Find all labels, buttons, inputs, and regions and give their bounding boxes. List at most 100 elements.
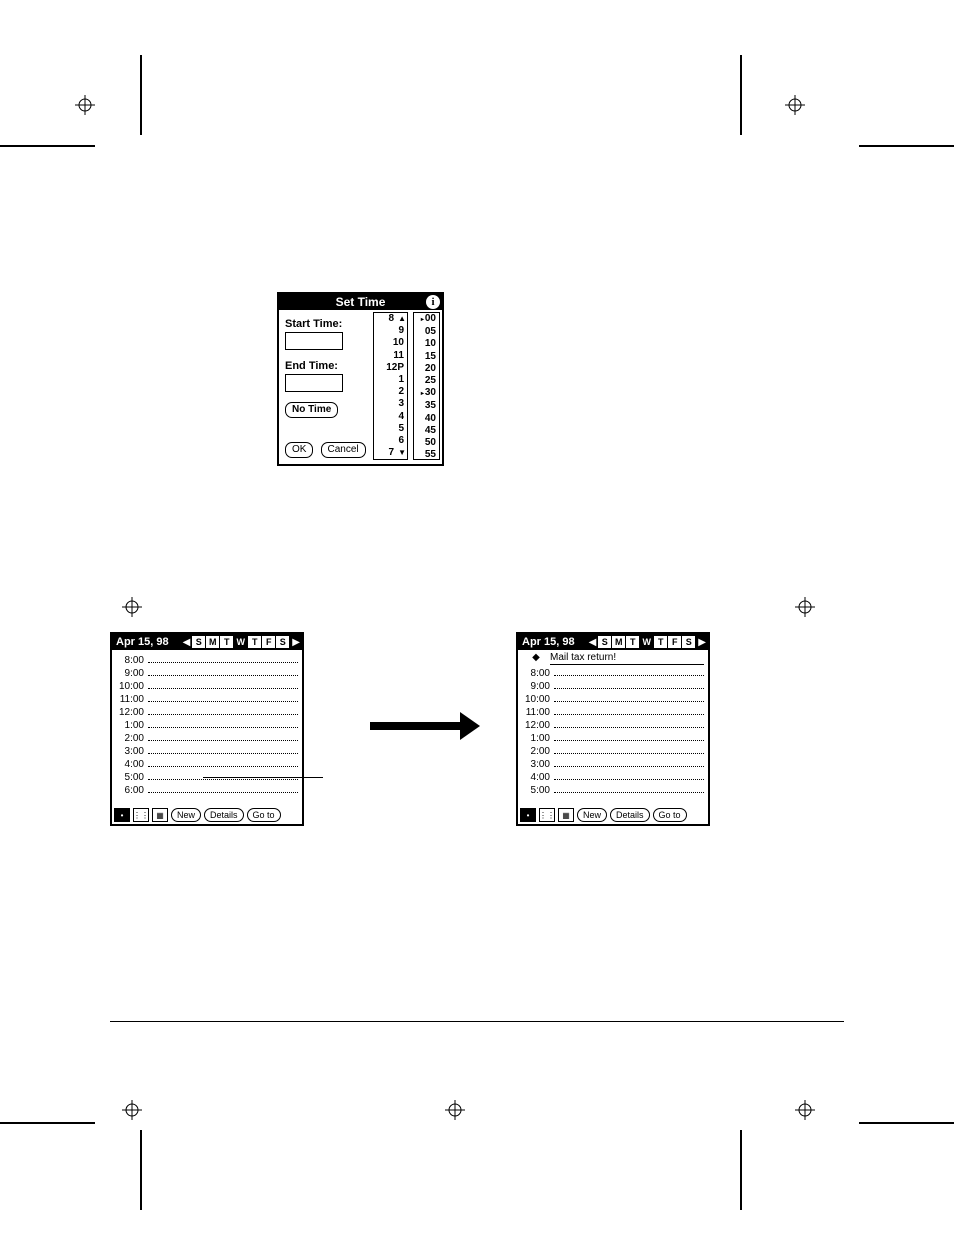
time-slot[interactable] <box>148 769 298 780</box>
day-button[interactable]: M <box>611 635 626 649</box>
cancel-button[interactable]: Cancel <box>321 442 366 458</box>
end-time-field[interactable] <box>285 374 343 392</box>
time-slot[interactable] <box>148 665 298 676</box>
time-slot[interactable] <box>148 704 298 715</box>
dayview-before: Apr 15, 98 ◀ S M T W T F S ▶ 8:00 9:00 1… <box>110 632 304 826</box>
dayview-header: Apr 15, 98 ◀ S M T W T F S ▶ <box>518 634 708 650</box>
day-button[interactable]: S <box>681 635 696 649</box>
time-label: 5:00 <box>116 772 148 783</box>
day-selector: S M T W T F S <box>598 635 696 649</box>
time-slot[interactable] <box>148 717 298 728</box>
hour-option[interactable]: 6 <box>374 435 404 447</box>
day-button[interactable]: W <box>233 635 248 649</box>
hour-option[interactable]: 12P <box>374 362 404 374</box>
minute-option[interactable]: 50 <box>414 437 436 449</box>
hour-picker[interactable]: ▲ 8 9 10 11 12P 1 2 3 4 5 6 7 ▼ <box>373 312 408 460</box>
time-label: 9:00 <box>522 681 554 692</box>
time-slot[interactable] <box>148 678 298 689</box>
time-slot[interactable] <box>148 652 298 663</box>
no-time-button[interactable]: No Time <box>285 402 338 418</box>
day-button[interactable]: F <box>667 635 682 649</box>
day-button[interactable]: T <box>653 635 668 649</box>
day-view-icon[interactable]: • <box>520 808 536 822</box>
time-slot[interactable] <box>554 756 704 767</box>
time-slot[interactable] <box>554 691 704 702</box>
minute-option[interactable]: 25 <box>414 375 436 387</box>
hour-option[interactable]: 4 <box>374 411 404 423</box>
day-view-icon[interactable]: • <box>114 808 130 822</box>
minute-option[interactable]: 20 <box>414 363 436 375</box>
goto-button[interactable]: Go to <box>653 808 687 822</box>
details-button[interactable]: Details <box>204 808 244 822</box>
minute-option[interactable]: 30 <box>414 387 436 400</box>
day-button[interactable]: S <box>597 635 612 649</box>
day-button[interactable]: T <box>219 635 234 649</box>
time-slot[interactable] <box>148 743 298 754</box>
time-label: 4:00 <box>522 772 554 783</box>
time-slot[interactable] <box>148 691 298 702</box>
week-view-icon[interactable]: ⋮⋮ <box>539 808 555 822</box>
next-week-icon[interactable]: ▶ <box>696 637 708 648</box>
time-label: 10:00 <box>522 694 554 705</box>
new-button[interactable]: New <box>577 808 607 822</box>
ok-button[interactable]: OK <box>285 442 313 458</box>
start-time-field[interactable] <box>285 332 343 350</box>
time-label: 4:00 <box>116 759 148 770</box>
next-week-icon[interactable]: ▶ <box>290 637 302 648</box>
footer-rule <box>110 1021 844 1022</box>
time-slot[interactable] <box>554 743 704 754</box>
day-button[interactable]: M <box>205 635 220 649</box>
time-slot[interactable] <box>554 769 704 780</box>
day-button[interactable]: S <box>191 635 206 649</box>
minute-option[interactable]: 10 <box>414 338 436 350</box>
time-label: 2:00 <box>522 746 554 757</box>
minute-option[interactable]: 40 <box>414 413 436 425</box>
time-slot[interactable] <box>148 756 298 767</box>
time-slot[interactable] <box>148 782 298 793</box>
month-view-icon[interactable]: ▦ <box>152 808 168 822</box>
minute-option[interactable]: 00 <box>414 313 436 326</box>
dayview-body: 8:00 9:00 10:00 11:00 12:00 1:00 2:00 3:… <box>112 650 302 795</box>
transition-arrow-icon <box>370 712 480 740</box>
registration-mark-icon <box>122 1100 142 1120</box>
time-slot[interactable] <box>148 730 298 741</box>
time-slot[interactable] <box>554 678 704 689</box>
minute-option[interactable]: 35 <box>414 400 436 412</box>
hour-option[interactable]: 3 <box>374 398 404 410</box>
scroll-up-icon[interactable]: ▲ <box>398 313 406 325</box>
day-button[interactable]: T <box>625 635 640 649</box>
hour-option[interactable]: 10 <box>374 337 404 349</box>
time-slot[interactable] <box>554 717 704 728</box>
hour-option[interactable]: 11 <box>374 350 404 362</box>
week-view-icon[interactable]: ⋮⋮ <box>133 808 149 822</box>
event-text[interactable]: Mail tax return! <box>550 652 704 665</box>
date-label: Apr 15, 98 <box>112 636 173 648</box>
time-slot[interactable] <box>554 665 704 676</box>
day-button[interactable]: S <box>275 635 290 649</box>
month-view-icon[interactable]: ▦ <box>558 808 574 822</box>
crop-mark <box>740 1130 742 1210</box>
time-slot[interactable] <box>554 730 704 741</box>
day-button[interactable]: W <box>639 635 654 649</box>
time-slot[interactable] <box>554 782 704 793</box>
minute-option[interactable]: 55 <box>414 449 436 461</box>
day-button[interactable]: T <box>247 635 262 649</box>
crop-mark <box>740 55 742 135</box>
date-label: Apr 15, 98 <box>518 636 579 648</box>
hour-option[interactable]: 2 <box>374 386 404 398</box>
goto-button[interactable]: Go to <box>247 808 281 822</box>
minute-option[interactable]: 45 <box>414 425 436 437</box>
day-button[interactable]: F <box>261 635 276 649</box>
hour-option[interactable]: 5 <box>374 423 404 435</box>
minute-option[interactable]: 05 <box>414 326 436 338</box>
minute-option[interactable]: 15 <box>414 351 436 363</box>
scroll-down-icon[interactable]: ▼ <box>398 447 406 459</box>
time-label: 8:00 <box>522 668 554 679</box>
info-icon[interactable]: i <box>426 295 440 309</box>
hour-option[interactable]: 1 <box>374 374 404 386</box>
minute-picker[interactable]: 00 05 10 15 20 25 30 35 40 45 50 55 <box>413 312 440 460</box>
new-button[interactable]: New <box>171 808 201 822</box>
time-slot[interactable] <box>554 704 704 715</box>
hour-option[interactable]: 9 <box>374 325 404 337</box>
details-button[interactable]: Details <box>610 808 650 822</box>
